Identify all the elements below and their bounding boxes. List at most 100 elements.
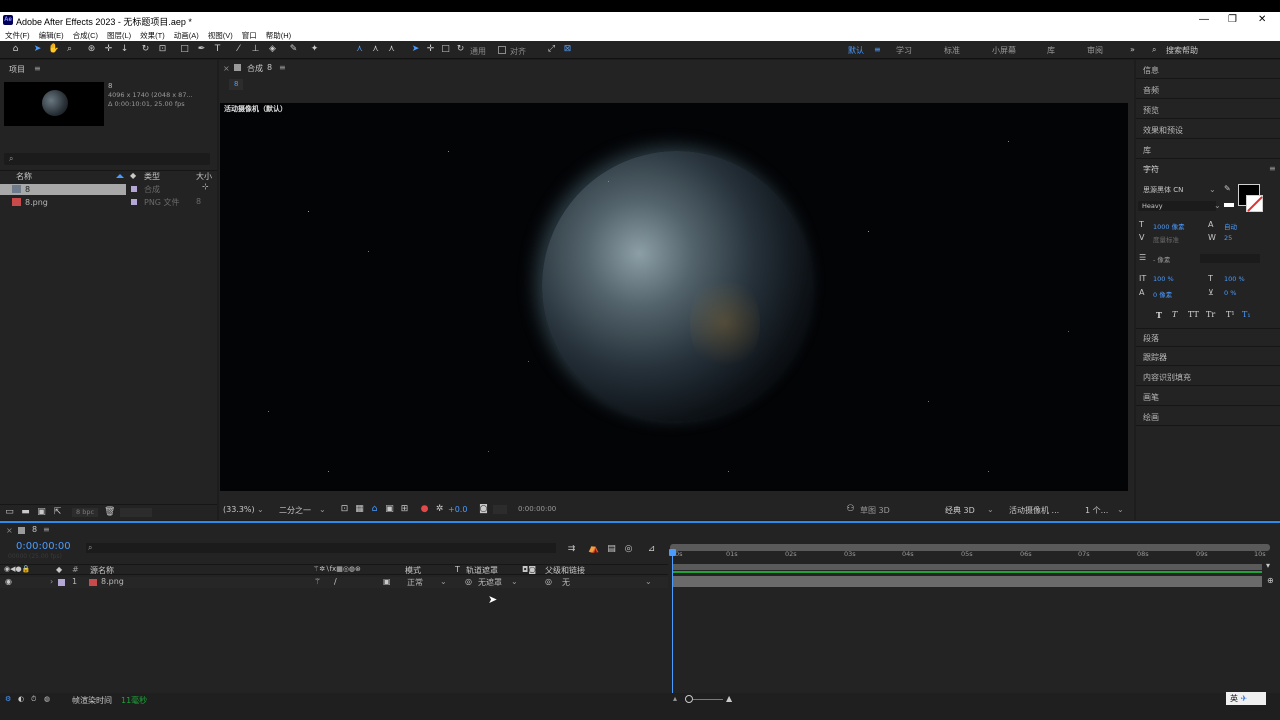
snap-icon[interactable]: ⤢ <box>546 44 557 55</box>
3d-layer-switch-icon[interactable]: ▣ <box>383 577 391 586</box>
shy-switch-icon[interactable]: ⚚ <box>314 577 321 586</box>
comp-tab-label[interactable]: 合成 <box>247 63 263 74</box>
grid-icon[interactable]: ⊞ <box>399 504 410 515</box>
home-icon[interactable]: ⌂ <box>10 44 21 55</box>
leading-value[interactable]: 自动 <box>1224 221 1237 231</box>
panel-libraries[interactable]: 库 <box>1143 145 1151 156</box>
character-panel-title[interactable]: 字符 <box>1143 164 1159 175</box>
stroke-type-dropdown[interactable] <box>1200 254 1260 263</box>
selection-tool-icon[interactable]: ➤ <box>32 44 43 55</box>
playhead-handle[interactable] <box>669 549 676 556</box>
playhead-line[interactable] <box>672 550 673 700</box>
horizontal-scale-value[interactable]: 100 % <box>1224 275 1245 283</box>
align-label[interactable]: 对齐 <box>510 46 526 57</box>
col-mode[interactable]: 模式 <box>405 565 421 576</box>
font-style-field[interactable]: Heavy <box>1138 201 1216 211</box>
panel-effects-presets[interactable]: 效果和预设 <box>1143 125 1183 136</box>
tsume-value[interactable]: 0 % <box>1224 289 1236 297</box>
align-checkbox[interactable] <box>498 46 506 54</box>
quality-switch-icon[interactable]: ∕ <box>334 577 337 586</box>
col-size-header[interactable]: 大小 <box>196 171 212 182</box>
comp-timecode[interactable]: 0:00:00:00 <box>518 505 556 513</box>
rotate-tool-icon[interactable]: ↻ <box>140 44 151 55</box>
guides-icon[interactable]: ▣ <box>384 504 395 515</box>
close-button[interactable]: ✕ <box>1258 14 1266 25</box>
timeline-tab-name[interactable]: 8 <box>32 525 37 534</box>
new-composition-icon[interactable]: ▣ <box>36 507 47 518</box>
snapshot-camera-icon[interactable]: ◙ <box>478 504 489 515</box>
minimize-button[interactable]: — <box>1199 14 1209 25</box>
trash-icon[interactable]: 🗑 <box>104 507 115 518</box>
exposure-icon[interactable]: ✲ <box>434 504 445 515</box>
shy-layers-icon[interactable]: ⛺ <box>588 544 599 555</box>
col-source-name[interactable]: 源名称 <box>90 565 114 576</box>
panel-audio[interactable]: 音频 <box>1143 85 1159 96</box>
panel-preview[interactable]: 预览 <box>1143 105 1159 116</box>
menu-layer[interactable]: 图层(L) <box>107 30 131 41</box>
axis-local-icon[interactable]: ⋏ <box>354 44 365 55</box>
mask-visibility-icon[interactable]: ⌂ <box>369 504 380 515</box>
axis-view-icon[interactable]: ⋏ <box>386 44 397 55</box>
layer-name[interactable]: 8.png <box>101 577 124 586</box>
comp-marker-icon[interactable]: ⊕ <box>1267 576 1274 585</box>
workspace-default[interactable]: 默认 <box>848 45 864 56</box>
camera-view-dropdown[interactable]: 活动摄像机 ... <box>1009 505 1059 516</box>
workspace-learn[interactable]: 学习 <box>896 45 912 56</box>
expand-chevron-icon[interactable]: › <box>50 577 53 586</box>
timeline-end-marker-icon[interactable]: ▾ <box>1266 561 1270 570</box>
comp-flow-tab[interactable]: 8 <box>229 79 244 90</box>
label-swatch[interactable] <box>131 186 137 192</box>
show-snapshot-button[interactable] <box>493 505 507 514</box>
interpret-footage-icon[interactable]: ▭ <box>4 507 15 518</box>
bpc-button[interactable]: 8 bpc <box>72 508 99 517</box>
panel-menu-icon[interactable]: ≡ <box>34 64 41 73</box>
panel-paragraph[interactable]: 段落 <box>1143 333 1159 344</box>
menu-view[interactable]: 视图(V) <box>208 30 233 41</box>
workspace-overflow-icon[interactable]: » <box>1130 45 1135 54</box>
menu-file[interactable]: 文件(F) <box>5 30 30 41</box>
stroke-color-swatch[interactable] <box>1246 195 1263 212</box>
toggle-in-out-icon[interactable]: ⏱ <box>31 695 36 704</box>
anchor-tool-icon[interactable]: ⊡ <box>157 44 168 55</box>
current-time-display[interactable]: 0:00:00:00 <box>16 541 71 552</box>
pen-tool-icon[interactable]: ✒ <box>196 44 207 55</box>
pan-tool-icon[interactable]: ✛ <box>103 44 114 55</box>
eraser-tool-icon[interactable]: ◈ <box>267 44 278 55</box>
parent-pickwhip-icon[interactable]: ◎ <box>545 577 552 586</box>
close-tab-icon[interactable]: × <box>6 526 13 535</box>
universal-label[interactable]: 通用 <box>470 46 486 57</box>
dolly-tool-icon[interactable]: ↓ <box>119 44 130 55</box>
motion-blur-icon[interactable]: ◎ <box>623 544 634 555</box>
workspace-menu-icon[interactable]: ≡ <box>874 45 881 54</box>
vertical-scale-value[interactable]: 100 % <box>1153 275 1174 283</box>
tracking-value[interactable]: 25 <box>1224 234 1232 242</box>
menu-window[interactable]: 窗口 <box>242 30 257 41</box>
label-swatch[interactable] <box>131 199 137 205</box>
snap-target-icon[interactable]: ⊠ <box>562 44 573 55</box>
zoom-slider-handle[interactable] <box>685 695 693 703</box>
panel-info[interactable]: 信息 <box>1143 65 1159 76</box>
graph-editor-icon[interactable]: ⊿ <box>646 544 657 555</box>
layer-search-input[interactable]: ⌕ <box>86 543 556 553</box>
type-tool-icon[interactable]: T <box>212 44 223 55</box>
panel-menu-icon[interactable]: ≡ <box>1269 164 1276 173</box>
workspace-libraries[interactable]: 库 <box>1047 45 1055 56</box>
default-colors-icon[interactable] <box>1224 203 1234 207</box>
workspace-review[interactable]: 审阅 <box>1087 45 1103 56</box>
view-layout-dropdown[interactable]: 1 个... <box>1085 505 1108 516</box>
new-folder-icon[interactable]: ▬ <box>20 507 31 518</box>
panel-menu-icon[interactable]: ≡ <box>279 63 286 72</box>
close-tab-icon[interactable]: × <box>223 64 230 73</box>
font-family-dropdown[interactable]: 思源黑体 CN <box>1143 185 1183 195</box>
flowchart-icon[interactable]: ⊹ <box>202 182 209 191</box>
frame-blending-icon[interactable]: ▤ <box>606 544 617 555</box>
search-help-input[interactable]: 搜索帮助 <box>1166 45 1198 56</box>
col-parent-link[interactable]: 父级和链接 <box>545 565 585 576</box>
zoom-in-icon[interactable]: ▲ <box>726 694 732 703</box>
subscript-button[interactable]: T₁ <box>1242 310 1251 319</box>
all-caps-button[interactable]: TT <box>1188 310 1199 319</box>
zoom-dropdown[interactable]: (33.3%) <box>223 505 255 514</box>
layer-duration-bar[interactable] <box>672 576 1262 587</box>
menu-composition[interactable]: 合成(C) <box>73 30 98 41</box>
layer-mode-dropdown[interactable]: 正常 <box>407 577 423 588</box>
